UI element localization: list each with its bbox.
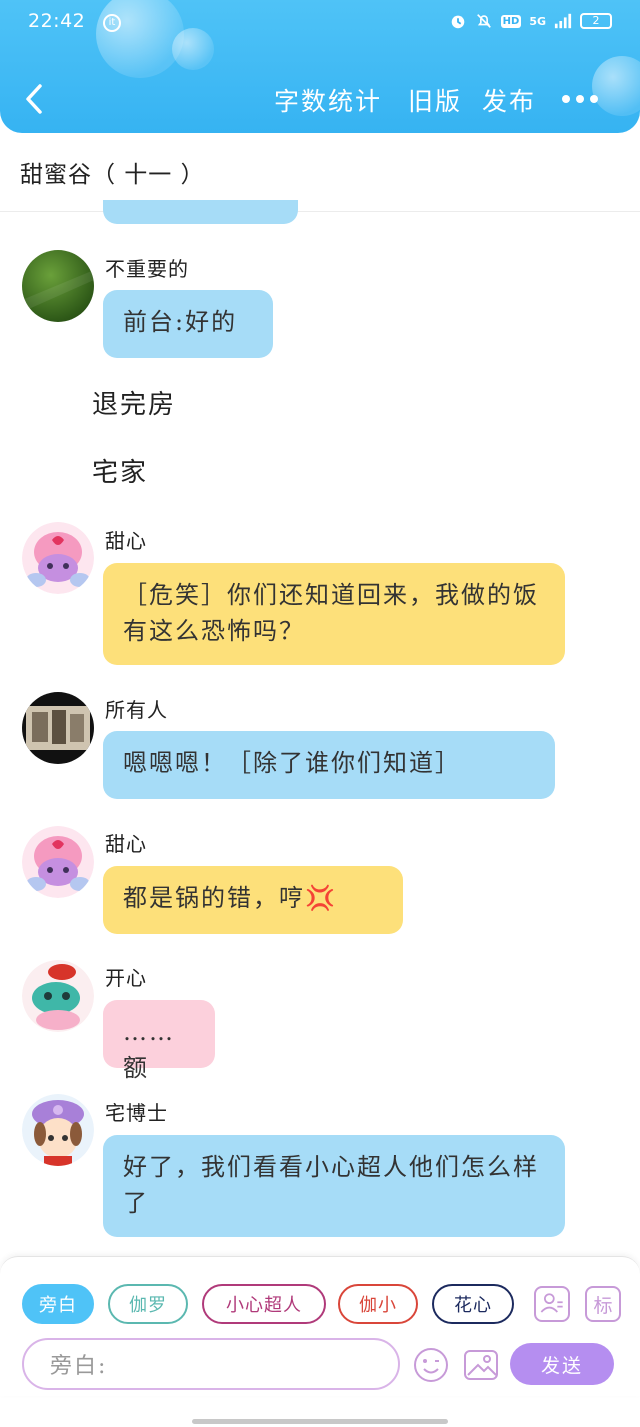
role-chip-jialuo[interactable]: 伽罗 <box>108 1284 188 1324</box>
role-chip-jiaxiao[interactable]: 伽小 <box>338 1284 418 1324</box>
avatar[interactable] <box>22 250 94 322</box>
image-icon[interactable] <box>462 1346 500 1384</box>
status-time: 22:42 <box>28 10 86 32</box>
happy-avatar-image <box>22 960 94 1032</box>
grass-avatar-image <box>22 270 94 312</box>
previous-message-bubble <box>103 200 298 224</box>
avatar[interactable] <box>22 1094 94 1166</box>
speaker-name: 甜心 <box>105 832 147 856</box>
publish-button[interactable]: 发布 <box>482 82 536 118</box>
app-notification-icon: it <box>103 14 121 32</box>
avatar[interactable] <box>22 522 94 594</box>
status-icons: HD 5G 2 <box>449 12 612 30</box>
top-app-bar: 22:42 it HD 5G 2 字数统计 旧版 发布 <box>0 0 640 133</box>
avatar[interactable] <box>22 692 94 764</box>
message-bubble[interactable]: 好了，我们看看小心超人他们怎么样了 <box>103 1135 565 1237</box>
speaker-name: 不重要的 <box>105 257 189 281</box>
hd-icon: HD <box>500 14 522 28</box>
speaker-name: 宅博士 <box>105 1101 168 1125</box>
mute-bell-icon <box>476 14 491 28</box>
message-bubble[interactable]: 前台:好的 <box>103 290 273 358</box>
tag-button[interactable]: 标 <box>585 1286 621 1322</box>
speaker-name: 开心 <box>105 966 147 990</box>
network-5g-icon: 5G <box>529 14 546 28</box>
role-chip-huaxin[interactable]: 花心 <box>432 1284 514 1324</box>
word-count-link[interactable]: 字数统计 <box>274 82 382 118</box>
divider <box>0 211 640 212</box>
message-bubble[interactable]: 嗯嗯嗯！［除了谁你们知道］ <box>103 731 555 799</box>
old-version-link[interactable]: 旧版 <box>408 82 462 118</box>
role-chip-xiaoxin-superman[interactable]: 小心超人 <box>202 1284 326 1324</box>
signal-icon <box>554 13 572 29</box>
speaker-name: 所有人 <box>105 698 168 722</box>
decor-bubble <box>172 28 214 70</box>
alarm-icon <box>451 15 464 29</box>
decor-bubble <box>96 0 184 78</box>
avatar[interactable] <box>22 960 94 1032</box>
narration-text[interactable]: 退完房 <box>92 384 176 421</box>
message-bubble[interactable]: 都是锅的错，哼💢 <box>103 866 403 934</box>
group-photo-avatar-image <box>26 706 90 750</box>
speaker-name: 甜心 <box>105 529 147 553</box>
more-options-icon[interactable] <box>560 84 600 114</box>
dr-zhai-avatar-image <box>22 1094 94 1166</box>
battery-icon: 2 <box>580 13 612 29</box>
message-input[interactable]: 旁白: <box>22 1338 400 1390</box>
role-chip-narrator[interactable]: 旁白 <box>22 1284 94 1324</box>
sweet-heart-avatar-image <box>22 522 94 594</box>
message-bubble[interactable]: ［危笑］你们还知道回来，我做的饭有这么恐怖吗？ <box>103 563 565 665</box>
back-icon[interactable] <box>22 82 48 116</box>
sweet-heart-avatar-image <box>22 826 94 898</box>
emoji-icon[interactable] <box>412 1346 450 1384</box>
document-title: 甜蜜谷（ 十一 ） <box>20 162 205 188</box>
narration-text[interactable]: 宅家 <box>92 452 148 489</box>
home-indicator[interactable] <box>192 1419 448 1424</box>
message-bubble[interactable]: ……额 <box>103 1000 215 1082</box>
add-character-icon[interactable] <box>534 1286 570 1322</box>
avatar[interactable] <box>22 826 94 898</box>
send-button[interactable]: 发送 <box>510 1343 614 1385</box>
